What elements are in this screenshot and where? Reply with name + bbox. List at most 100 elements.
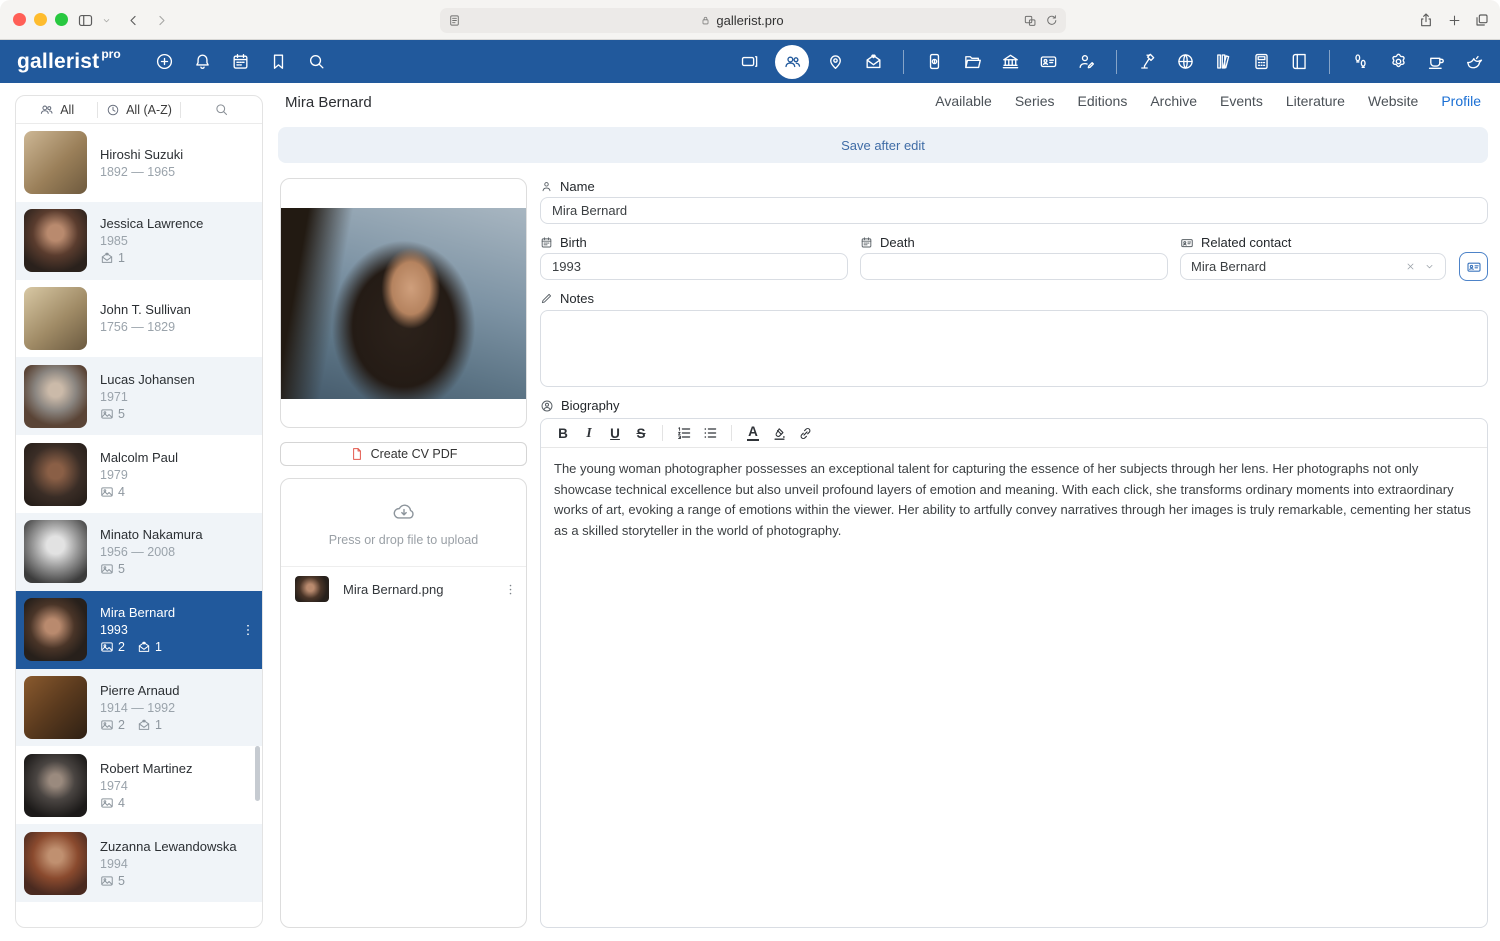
publish-icon[interactable] (1462, 50, 1486, 74)
unordered-list-button[interactable] (698, 422, 722, 444)
close-window-button[interactable] (13, 13, 26, 26)
birth-input[interactable] (540, 253, 848, 280)
artist-name: Lucas Johansen (100, 372, 195, 387)
invoices-icon[interactable] (922, 50, 946, 74)
forward-button[interactable] (148, 8, 174, 32)
add-icon[interactable] (153, 50, 177, 74)
artist-row[interactable]: Mira Bernard199321 (16, 591, 262, 669)
footprints-icon[interactable] (1348, 50, 1372, 74)
create-cv-pdf-button[interactable]: Create CV PDF (280, 442, 527, 466)
death-input[interactable] (860, 253, 1168, 280)
artist-row[interactable]: Jessica Lawrence19851 (16, 202, 262, 280)
tab-events[interactable]: Events (1220, 93, 1263, 109)
artist-row[interactable]: Hiroshi Suzuki1892 — 1965 (16, 124, 262, 202)
artist-row[interactable]: John T. Sullivan1756 — 1829 (16, 280, 262, 358)
artist-thumbnail (24, 365, 87, 428)
extensions-icon[interactable] (1023, 14, 1037, 28)
reload-icon[interactable] (1045, 14, 1058, 27)
tab-profile[interactable]: Profile (1441, 93, 1481, 109)
sidebar-toggle-icon[interactable] (72, 8, 98, 32)
tab-series[interactable]: Series (1015, 93, 1055, 109)
lamp-icon[interactable] (1135, 50, 1159, 74)
sidebar-scrollbar[interactable] (255, 746, 260, 801)
bookmarks-icon[interactable] (267, 50, 291, 74)
chevron-down-icon[interactable] (1424, 261, 1435, 272)
url-bar[interactable]: gallerist.pro (440, 8, 1066, 33)
person-edit-icon[interactable] (1074, 50, 1098, 74)
calculator-icon[interactable] (1249, 50, 1273, 74)
tab-website[interactable]: Website (1368, 93, 1418, 109)
artworks-count-badge: 2 (100, 718, 125, 732)
share-icon[interactable] (1413, 8, 1439, 32)
notes-field-label: Notes (540, 291, 594, 306)
reader-icon[interactable] (448, 14, 461, 27)
artist-thumbnail (24, 209, 87, 272)
link-button[interactable] (793, 422, 817, 444)
catalog-icon[interactable] (1287, 50, 1311, 74)
new-tab-icon[interactable] (1441, 8, 1467, 32)
save-after-edit-button[interactable]: Save after edit (278, 127, 1488, 163)
artist-row[interactable]: Minato Nakamura1956 — 20085 (16, 513, 262, 591)
calendar-icon[interactable] (229, 50, 253, 74)
artworks-count-badge: 2 (100, 640, 125, 654)
contact-cards-icon[interactable] (1036, 50, 1060, 74)
notifications-icon[interactable] (191, 50, 215, 74)
name-input[interactable] (540, 197, 1488, 224)
file-row[interactable]: Mira Bernard.png (281, 567, 526, 611)
notes-textarea[interactable] (540, 310, 1488, 387)
tab-editions[interactable]: Editions (1078, 93, 1128, 109)
zoom-window-button[interactable] (55, 13, 68, 26)
artist-badges: 21 (100, 718, 180, 732)
settings-icon[interactable] (1386, 50, 1410, 74)
artist-row[interactable]: Robert Martinez19744 (16, 746, 262, 824)
page-title: Mira Bernard (285, 94, 372, 111)
tab-literature[interactable]: Literature (1286, 93, 1345, 109)
filter-sort-button[interactable]: All (A-Z) (98, 96, 179, 123)
bold-button[interactable]: B (551, 422, 575, 444)
artist-menu-icon[interactable] (240, 622, 256, 638)
contacts-icon[interactable] (775, 45, 809, 79)
file-dropzone[interactable]: Press or drop file to upload (281, 479, 526, 567)
create-cv-pdf-label: Create CV PDF (371, 447, 458, 461)
artist-row[interactable]: Malcolm Paul19794 (16, 435, 262, 513)
mail-icon[interactable] (861, 50, 885, 74)
app-logo[interactable]: gallerist pro (17, 50, 121, 74)
artist-row[interactable]: Lucas Johansen19715 (16, 357, 262, 435)
library-icon[interactable] (1211, 50, 1235, 74)
cafe-icon[interactable] (1424, 50, 1448, 74)
search-icon[interactable] (305, 50, 329, 74)
strikethrough-button[interactable]: S (629, 422, 653, 444)
clear-icon[interactable] (1405, 261, 1416, 272)
artist-row[interactable]: Pierre Arnaud1914 — 199221 (16, 669, 262, 747)
artworks-icon[interactable] (737, 50, 761, 74)
app-header: gallerist pro (0, 40, 1500, 83)
biography-text[interactable]: The young woman photographer possesses a… (541, 448, 1487, 552)
sidebar-filter-bar: All All (A-Z) (16, 96, 262, 124)
file-menu-icon[interactable] (503, 582, 518, 597)
ordered-list-button[interactable] (672, 422, 696, 444)
filter-all-button[interactable]: All (16, 96, 97, 123)
artist-row[interactable]: Zuzanna Lewandowska19945 (16, 824, 262, 902)
website-icon[interactable] (1173, 50, 1197, 74)
filter-all-label: All (60, 103, 74, 117)
chevron-down-icon[interactable] (98, 8, 114, 32)
tab-overview-icon[interactable] (1469, 8, 1495, 32)
locations-icon[interactable] (823, 50, 847, 74)
file-thumbnail (295, 576, 329, 602)
highlight-button[interactable] (767, 422, 791, 444)
text-color-button[interactable]: A (741, 422, 765, 444)
mail-count-badge: 1 (100, 251, 125, 265)
browser-chrome: gallerist.pro (0, 0, 1500, 40)
institutions-icon[interactable] (998, 50, 1022, 74)
tab-available[interactable]: Available (935, 93, 992, 109)
open-contact-button[interactable] (1459, 252, 1488, 281)
italic-button[interactable]: I (577, 422, 601, 444)
tab-archive[interactable]: Archive (1150, 93, 1197, 109)
back-button[interactable] (120, 8, 146, 32)
artist-dates: 1979 (100, 468, 178, 482)
minimize-window-button[interactable] (34, 13, 47, 26)
sidebar-search-button[interactable] (181, 96, 262, 123)
underline-button[interactable]: U (603, 422, 627, 444)
related-contact-select[interactable]: Mira Bernard (1180, 253, 1446, 280)
files-icon[interactable] (960, 50, 984, 74)
